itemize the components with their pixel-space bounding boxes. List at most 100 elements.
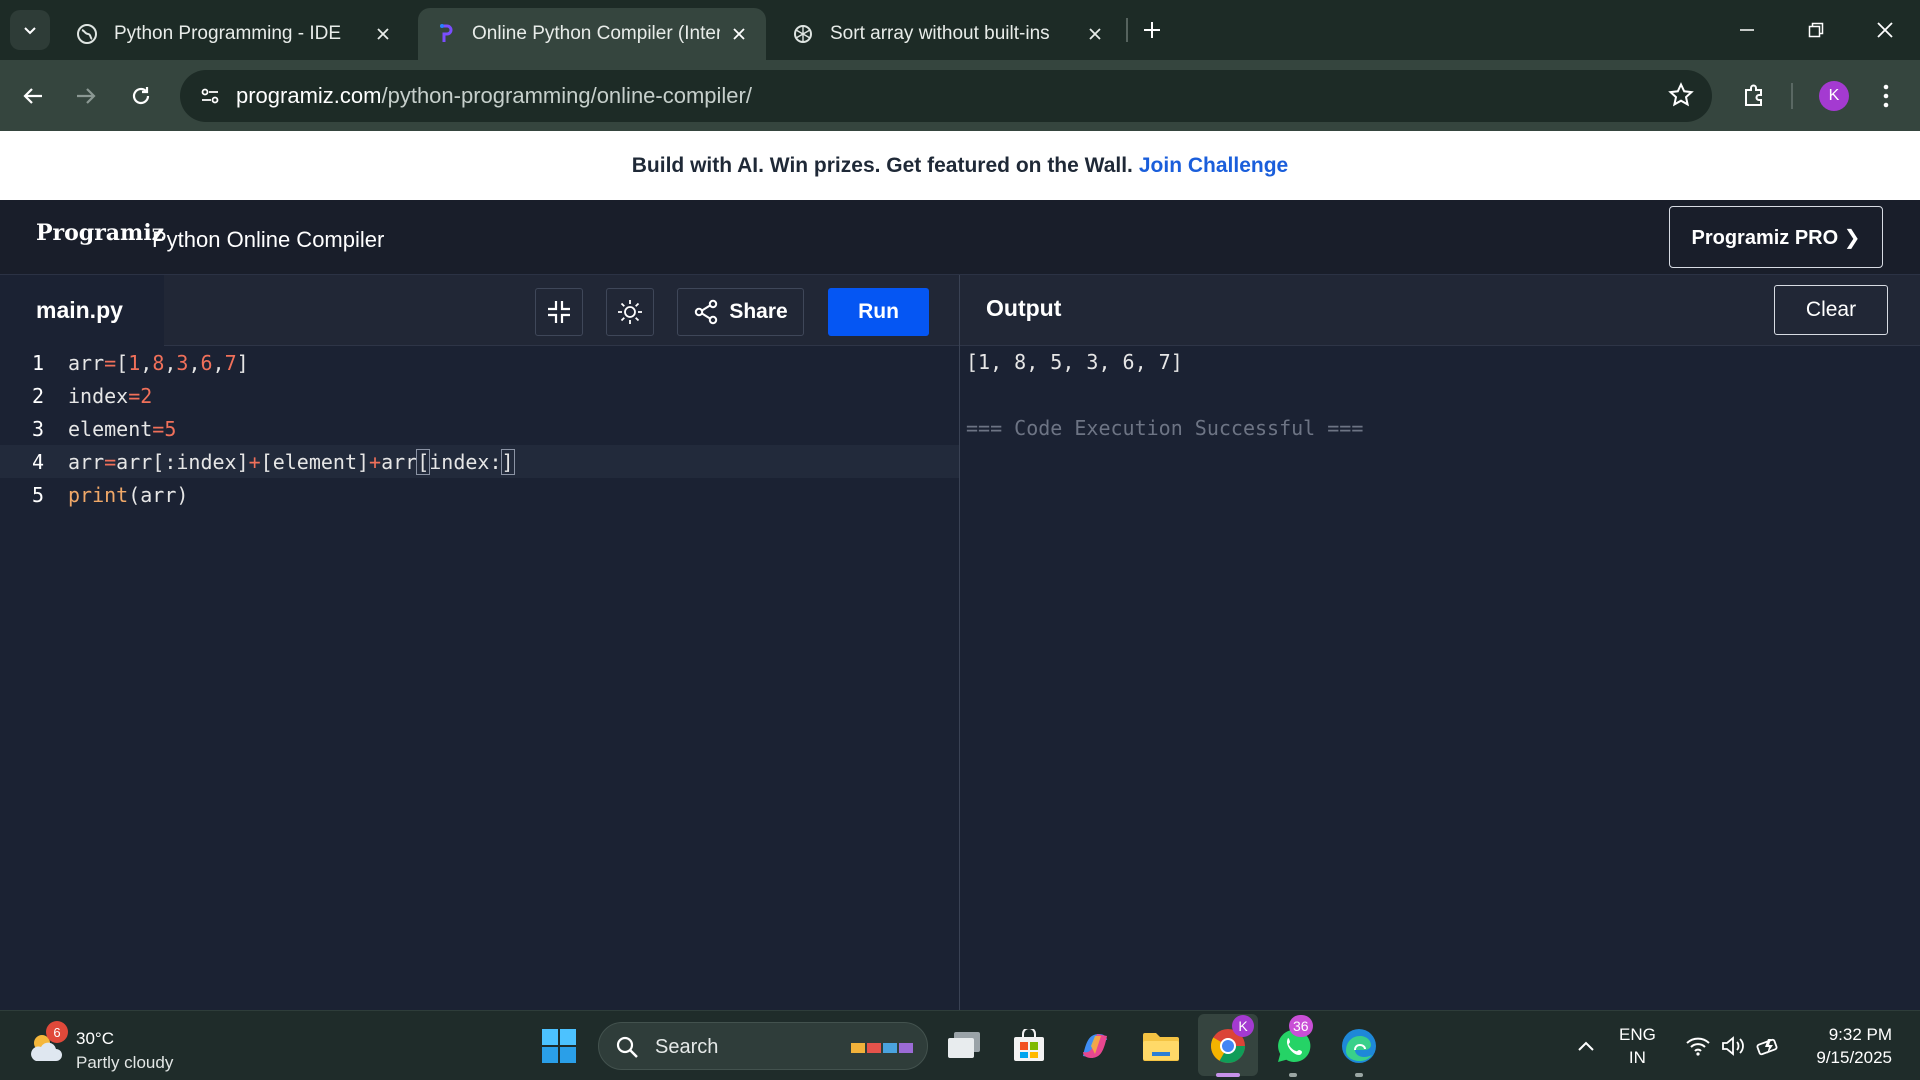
edge-button[interactable] bbox=[1338, 1025, 1380, 1067]
output-result: [1, 8, 5, 3, 6, 7] bbox=[966, 350, 1183, 374]
copilot-icon bbox=[1083, 1034, 1107, 1058]
address-bar[interactable]: programiz.com/python-programming/online-… bbox=[180, 70, 1712, 122]
windows-logo-icon bbox=[542, 1029, 576, 1063]
promo-banner: Build with AI. Win prizes. Get featured … bbox=[0, 131, 1920, 200]
chrome-running-indicator bbox=[1216, 1073, 1240, 1077]
site-settings-icon[interactable] bbox=[194, 80, 226, 112]
line-number: 5 bbox=[31, 482, 44, 507]
tab-sort-array[interactable]: Sort array without built-ins bbox=[776, 8, 1122, 60]
banner-text: Build with AI. Win prizes. Get featured … bbox=[631, 153, 1133, 177]
browser-toolbar: programiz.com/python-programming/online-… bbox=[0, 60, 1920, 131]
system-clock[interactable]: 9:32 PM 9/15/2025 bbox=[1800, 1023, 1892, 1069]
close-icon bbox=[1877, 22, 1893, 38]
reload-button[interactable] bbox=[119, 74, 163, 118]
temperature: 30°C bbox=[76, 1029, 114, 1048]
join-challenge-link[interactable]: Join Challenge bbox=[1139, 154, 1288, 178]
store-icon bbox=[1014, 1029, 1044, 1061]
run-button[interactable]: Run bbox=[828, 288, 929, 336]
code-text: arr=[1,8,3,6,7] bbox=[68, 350, 249, 375]
theme-toggle-button[interactable] bbox=[606, 288, 654, 336]
code-line[interactable]: 1 arr=[1,8,3,6,7] bbox=[0, 346, 959, 379]
code-editor[interactable]: 1 arr=[1,8,3,6,7] 2 index=2 3 element=5 … bbox=[0, 346, 959, 1010]
search-label: Search bbox=[655, 1036, 719, 1058]
weather-widget[interactable]: 6 30°C Partly cloudy bbox=[26, 1021, 196, 1072]
task-view-icon bbox=[948, 1032, 980, 1058]
folder-icon bbox=[1143, 1033, 1179, 1061]
tab-title: Python Programming - IDE bbox=[114, 23, 342, 44]
output-console: [1, 8, 5, 3, 6, 7] === Code Execution Su… bbox=[960, 346, 1920, 1010]
browser-menu-button[interactable] bbox=[1866, 76, 1906, 116]
puzzle-icon bbox=[1745, 84, 1762, 106]
start-button[interactable] bbox=[538, 1025, 580, 1067]
edge-running-indicator bbox=[1355, 1073, 1363, 1077]
file-tab-main[interactable]: main.py bbox=[0, 275, 164, 346]
tab-online-python-compiler[interactable]: Online Python Compiler (Interpreter) bbox=[418, 8, 766, 60]
programiz-favicon-icon bbox=[434, 23, 456, 45]
windows-taskbar: 6 30°C Partly cloudy Search K 36 ENG IN … bbox=[0, 1010, 1920, 1080]
reload-icon bbox=[132, 87, 150, 105]
code-line-active[interactable]: 4 arr=arr[:index]+[element]+arr[index:] bbox=[0, 445, 959, 478]
tab-title: Online Python Compiler (Interpreter) bbox=[472, 23, 720, 44]
globe-icon bbox=[76, 23, 98, 45]
speaker-icon bbox=[1722, 1036, 1744, 1056]
wifi-status[interactable] bbox=[1683, 1025, 1713, 1067]
show-hidden-icons-button[interactable] bbox=[1571, 1025, 1601, 1067]
forward-button[interactable] bbox=[64, 74, 108, 118]
close-window-button[interactable] bbox=[1860, 10, 1910, 50]
collapse-icon bbox=[548, 301, 570, 323]
new-tab-button[interactable] bbox=[1136, 12, 1168, 48]
chrome-profile-badge: K bbox=[1232, 1015, 1254, 1037]
chevron-down-icon bbox=[24, 27, 36, 35]
tab-search-button[interactable] bbox=[10, 10, 50, 50]
tab-python-programming-ide[interactable]: Python Programming - IDE bbox=[60, 8, 410, 60]
profile-avatar[interactable]: K bbox=[1819, 81, 1849, 111]
clear-button[interactable]: Clear bbox=[1774, 285, 1888, 335]
whatsapp-running-indicator bbox=[1289, 1073, 1297, 1077]
site-header: Programiz Python Online Compiler Program… bbox=[0, 200, 1920, 275]
back-button[interactable] bbox=[11, 74, 55, 118]
tab-separator bbox=[1126, 18, 1128, 42]
line-number: 4 bbox=[31, 449, 44, 474]
code-text: print(arr) bbox=[68, 482, 189, 507]
minimize-icon bbox=[1740, 29, 1754, 31]
toolbar-divider bbox=[1791, 83, 1793, 109]
programiz-pro-button[interactable]: Programiz PRO ❯ bbox=[1669, 206, 1883, 268]
volume-status[interactable] bbox=[1718, 1025, 1748, 1067]
chevron-up-icon bbox=[1578, 1041, 1594, 1051]
weather-badge: 6 bbox=[46, 1021, 68, 1043]
minimize-button[interactable] bbox=[1722, 10, 1772, 50]
whatsapp-badge: 36 bbox=[1289, 1015, 1313, 1037]
url-text[interactable]: programiz.com/python-programming/online-… bbox=[236, 83, 752, 109]
file-explorer-button[interactable] bbox=[1140, 1025, 1182, 1067]
copilot-button[interactable] bbox=[1074, 1025, 1116, 1067]
restore-button[interactable] bbox=[1791, 10, 1841, 50]
bookmark-star-icon[interactable] bbox=[1668, 82, 1696, 110]
arrow-right-icon bbox=[77, 88, 96, 104]
close-icon[interactable] bbox=[1084, 23, 1106, 45]
code-line[interactable]: 3 element=5 bbox=[0, 412, 959, 445]
execution-status: === Code Execution Successful === bbox=[966, 416, 1364, 440]
share-button[interactable]: Share bbox=[677, 288, 804, 336]
code-text: index=2 bbox=[68, 383, 153, 408]
clock-time: 9:32 PM bbox=[1828, 1025, 1892, 1044]
close-icon[interactable] bbox=[728, 23, 750, 45]
code-text: element=5 bbox=[68, 416, 177, 441]
share-label: Share bbox=[729, 300, 788, 323]
battery-status[interactable] bbox=[1754, 1025, 1784, 1067]
fullscreen-button[interactable] bbox=[535, 288, 583, 336]
close-icon[interactable] bbox=[372, 23, 394, 45]
output-title: Output bbox=[986, 295, 1062, 321]
region-code: IN bbox=[1628, 1048, 1646, 1067]
microsoft-store-button[interactable] bbox=[1008, 1025, 1050, 1067]
programiz-logo[interactable]: Programiz bbox=[36, 220, 164, 246]
search-highlight-icon bbox=[851, 1043, 913, 1053]
taskbar-search[interactable]: Search bbox=[598, 1022, 928, 1070]
extensions-button[interactable] bbox=[1734, 76, 1774, 116]
language-indicator[interactable]: ENG IN bbox=[1619, 1023, 1656, 1069]
task-view-button[interactable] bbox=[943, 1025, 985, 1067]
page-title: Python Online Compiler bbox=[152, 227, 385, 252]
chatgpt-icon bbox=[792, 23, 814, 45]
code-line[interactable]: 5 print(arr) bbox=[0, 478, 959, 511]
output-header: Output Clear bbox=[960, 275, 1920, 346]
code-line[interactable]: 2 index=2 bbox=[0, 379, 959, 412]
